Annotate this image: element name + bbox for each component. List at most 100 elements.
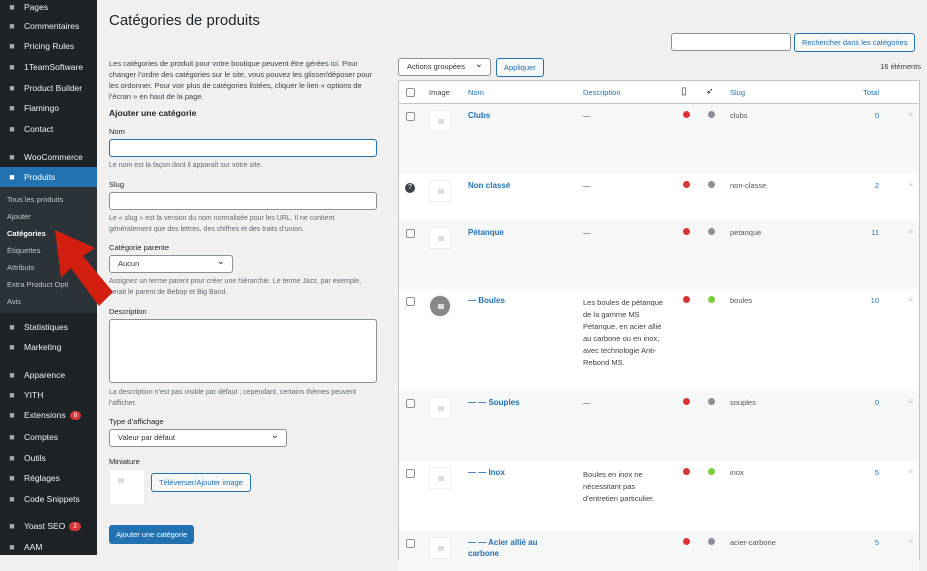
sidebar-item-aam[interactable]: ■ AAM [0,537,97,557]
col-name[interactable]: Nom [468,88,484,97]
category-total-link[interactable]: 11 [871,228,879,237]
row-checkbox[interactable] [406,297,415,306]
row-checkbox[interactable] [406,539,415,548]
submenu-item[interactable]: Avis [7,297,21,306]
archive-icon: ■ [9,172,15,182]
plugin-icon: ■ [9,410,15,420]
drag-handle-icon[interactable]: ≡ [908,397,913,406]
name-label: Nom [109,127,125,136]
sidebar-item-label: Extensions [24,410,66,420]
add-heading: Ajouter une catégorie [109,108,197,118]
brush-icon: ■ [9,370,15,380]
categories-table: Image Nom Description ▯ ➶ Slug Total Clu… [398,80,920,571]
row-checkbox[interactable] [406,469,415,478]
drag-handle-icon[interactable]: ≡ [908,110,913,119]
parent-select[interactable]: Aucun [109,255,233,273]
category-total-link[interactable]: 0 [875,111,879,120]
sidebar-item-label: Pages [24,2,49,12]
category-name-link[interactable]: Pétanque [468,227,558,238]
sidebar-item-code-snippets[interactable]: ■ Code Snippets [0,489,97,509]
status-dot [683,296,690,303]
description-label: Description [109,307,147,316]
yoast-icon: ■ [9,521,15,531]
category-name-link[interactable]: — — Acier allié au carbone [468,537,558,559]
sidebar-item-comptes[interactable]: ■ Comptes [0,427,97,447]
sidebar-item-pricing-rules[interactable]: ■ Pricing Rules [0,36,97,56]
help-icon[interactable]: ? [405,183,415,193]
parent-hint: Assignez un terme parent pour créer une … [109,278,362,296]
parent-label: Catégorie parente [109,243,170,252]
drag-handle-icon[interactable]: ≡ [908,295,913,304]
row-checkbox[interactable] [406,112,415,121]
submenu-item[interactable]: Ajouter [7,212,31,221]
drag-handle-icon[interactable]: ≡ [908,537,913,546]
category-name-link[interactable]: — Boules [468,295,558,306]
category-total-link[interactable]: 0 [875,398,879,407]
thumbnail-placeholder-icon [109,469,145,505]
sidebar-item-flamingo[interactable]: ■ Flamingo [0,98,97,118]
sidebar-item-label: Outils [24,453,46,463]
submenu-item[interactable]: Catégories [7,229,46,238]
select-all-checkbox[interactable] [406,88,415,97]
sidebar-item-label: Code Snippets [24,494,80,504]
sidebar-item-label: Commentaires [24,21,80,31]
pricing-icon: ■ [9,41,15,51]
submenu-item[interactable]: Tous les produits [7,195,63,204]
sidebar-item-contact[interactable]: ■ Contact [0,119,97,139]
sidebar-item-apparence[interactable]: ■ Apparence [0,365,97,385]
sidebar-item-label: Yoast SEO [24,521,66,531]
sidebar-item-extensions[interactable]: ■ Extensions 8 [0,405,97,425]
col-total[interactable]: Total [863,88,879,97]
search-button[interactable]: Rechercher dans les catégories [794,33,916,52]
sidebar-item-statistiques[interactable]: ■ Statistiques [0,317,97,337]
sidebar-item-label: Produits [24,172,56,182]
mail-icon: ■ [9,124,15,134]
sidebar-item-label: Product Builder [24,83,83,93]
drag-handle-icon[interactable]: ≡ [908,227,913,236]
user-icon: ■ [9,432,15,442]
search-input[interactable] [671,33,791,51]
submenu-item[interactable]: Étiquettes [7,246,40,255]
sidebar-item-product-builder[interactable]: ■ Product Builder [0,78,97,98]
col-description[interactable]: Description [583,88,621,97]
sidebar-item-label: Statistiques [24,322,68,332]
sidebar-item-yith[interactable]: ■ YITH [0,385,97,405]
col-slug[interactable]: Slug [730,88,745,97]
sidebar-item-woocommerce[interactable]: ■ WooCommerce [0,147,97,167]
category-name-link[interactable]: — — Souples [468,397,558,408]
status-dot [683,538,690,545]
apply-button[interactable]: Appliquer [496,58,544,77]
add-category-button[interactable]: Ajouter une catégorie [109,525,195,544]
upload-image-button[interactable]: Téléverser/Ajouter image [151,473,251,492]
sidebar-item-commentaires[interactable]: ■ Commentaires [0,16,97,36]
drag-handle-icon[interactable]: ≡ [908,180,913,189]
name-input[interactable] [109,139,377,157]
category-total-link[interactable]: 2 [875,181,879,190]
sidebar-item-outils[interactable]: ■ Outils [0,448,97,468]
category-name-link[interactable]: — — Inox [468,467,558,478]
category-total-link[interactable]: 10 [871,296,879,305]
sidebar-item-marketing[interactable]: ■ Marketing [0,337,97,357]
sidebar-item-produits[interactable]: ■ Produits [0,167,97,187]
sidebar-item-pages[interactable]: ■ Pages [0,0,97,17]
sidebar-item-1teamsoftware[interactable]: ■ 1TeamSoftware [0,57,97,77]
row-checkbox[interactable] [406,399,415,408]
category-slug: clubs [730,111,748,120]
sidebar-item-yoast-seo[interactable]: ■ Yoast SEO 2 [0,516,97,536]
category-total-link[interactable]: 5 [875,538,879,547]
category-total-link[interactable]: 5 [875,468,879,477]
bulk-actions-select[interactable]: Actions groupées [398,58,491,76]
sidebar-item-label: Marketing [24,342,62,352]
description-textarea[interactable] [109,319,377,383]
sidebar-item-r-glages[interactable]: ■ Réglages [0,468,97,488]
category-name-link[interactable]: Non classé [468,180,558,191]
submenu-item[interactable]: Attributs [7,263,35,272]
slug-label: Slug [109,180,125,189]
flamingo-icon: ■ [9,103,15,113]
drag-handle-icon[interactable]: ≡ [908,467,913,476]
display-type-select[interactable]: Valeur par défaut [109,429,287,447]
category-name-link[interactable]: Clubs [468,110,558,121]
row-checkbox[interactable] [406,229,415,238]
slug-input[interactable] [109,192,377,210]
item-count: 16 éléments [880,62,921,71]
